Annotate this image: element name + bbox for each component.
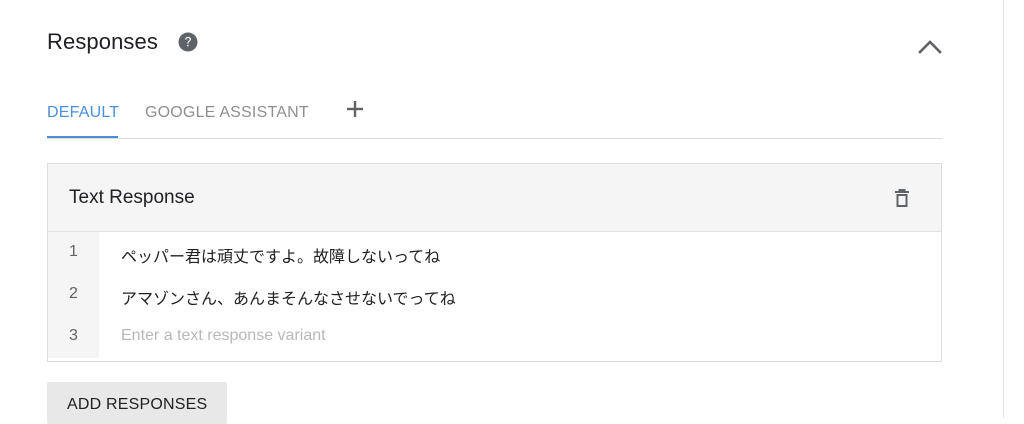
- response-row[interactable]: 1 ペッパー君は頑丈ですよ。故障しないってね: [48, 232, 941, 274]
- trash-icon: [891, 189, 913, 213]
- active-tab-indicator: [47, 136, 118, 138]
- tab-default[interactable]: DEFAULT: [47, 104, 119, 122]
- right-divider: [1003, 0, 1004, 418]
- response-rows: 1 ペッパー君は頑丈ですよ。故障しないってね 2 アマゾンさん、あんまそんなさせ…: [48, 232, 941, 358]
- card-header: Text Response: [48, 164, 941, 232]
- section-title: Responses: [47, 29, 158, 54]
- add-responses-label: ADD RESPONSES: [67, 396, 208, 413]
- response-text[interactable]: ペッパー君は頑丈ですよ。故障しないってね: [121, 243, 440, 267]
- response-tabs: DEFAULT GOOGLE ASSISTANT: [47, 96, 942, 139]
- response-variant-input[interactable]: [121, 324, 901, 348]
- row-number: 3: [69, 327, 78, 344]
- delete-button[interactable]: [891, 187, 913, 209]
- plus-icon: [345, 101, 365, 123]
- row-number: 2: [69, 285, 78, 302]
- card-title: Text Response: [69, 187, 195, 208]
- responses-header: Responses: [47, 28, 198, 56]
- question-circle-icon[interactable]: [178, 32, 198, 52]
- response-input-row: 3: [48, 316, 941, 358]
- chevron-up-icon: [916, 40, 944, 62]
- response-row[interactable]: 2 アマゾンさん、あんまそんなさせないでってね: [48, 274, 941, 316]
- response-text[interactable]: アマゾンさん、あんまそんなさせないでってね: [121, 285, 456, 309]
- add-tab-button[interactable]: [345, 99, 365, 119]
- text-response-card: Text Response 1 ペッパー君は頑丈ですよ。故障しないってね 2 ア…: [47, 163, 942, 362]
- tab-google-assistant[interactable]: GOOGLE ASSISTANT: [145, 104, 309, 122]
- row-number: 1: [69, 243, 78, 260]
- collapse-button[interactable]: [916, 36, 944, 58]
